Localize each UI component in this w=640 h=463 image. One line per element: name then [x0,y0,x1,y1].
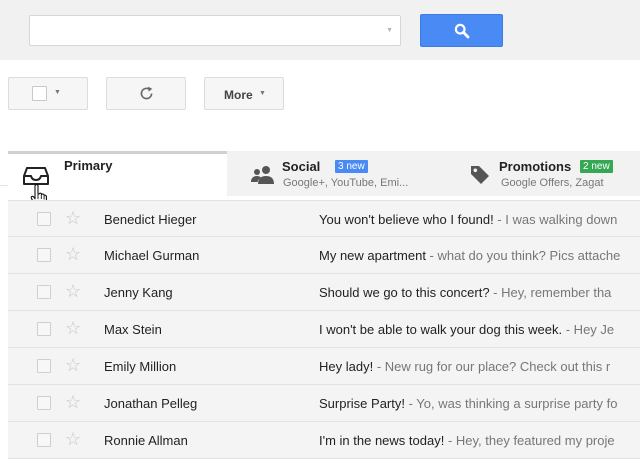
search-button[interactable] [420,14,503,47]
message-subject: I'm in the news today! [319,433,445,448]
message-sender: Benedict Hieger [104,212,197,227]
people-icon [250,165,276,190]
message-subject: Should we go to this concert? [319,285,490,300]
tab-primary-title: Primary [64,158,113,173]
more-button-label: More [224,88,253,102]
star-icon[interactable]: ☆ [65,317,81,339]
message-snippet: - I was walking down [493,212,618,227]
message-content: Should we go to this concert? - Hey, rem… [319,285,640,300]
message-row[interactable]: ☆ Jonathan Pelleg Surprise Party! - Yo, … [8,385,640,422]
message-snippet: - Hey, remember tha [489,285,612,300]
tab-social-new-badge: 3 new [335,160,368,173]
tab-promotions-title: Promotions [499,159,572,174]
star-icon[interactable]: ☆ [65,280,81,302]
star-icon[interactable]: ☆ [65,354,81,376]
message-sender: Michael Gurman [104,248,200,263]
message-checkbox[interactable] [37,433,51,447]
message-row[interactable]: ☆ Benedict Hieger You won't believe who … [8,200,640,237]
message-row[interactable]: ☆ Max Stein I won't be able to walk your… [8,311,640,348]
star-icon[interactable]: ☆ [65,243,81,265]
message-checkbox[interactable] [37,212,51,226]
tag-icon [469,164,491,191]
message-snippet: - what do you think? Pics attache [425,248,621,263]
tab-social-subtitle: Google+, YouTube, Emi... [283,177,409,189]
message-checkbox[interactable] [37,285,51,299]
message-sender: Emily Million [104,359,177,374]
top-bar: ▼ [0,0,640,60]
select-dropdown-caret-icon[interactable]: ▼ [54,89,61,96]
message-subject: Surprise Party! [319,396,405,411]
message-row[interactable]: ☆ Michael Gurman My new apartment - what… [8,237,640,274]
message-sender: Jenny Kang [104,285,173,300]
search-options-caret-icon[interactable]: ▼ [386,27,393,34]
message-content: I'm in the news today! - Hey, they featu… [319,433,640,448]
message-subject: Hey lady! [319,359,374,374]
message-sender: Jonathan Pelleg [104,396,198,411]
message-checkbox[interactable] [37,359,51,373]
search-icon [454,23,470,39]
message-row[interactable]: ☆ Emily Million Hey lady! - New rug for … [8,348,640,385]
star-icon[interactable]: ☆ [65,391,81,413]
more-caret-icon: ▼ [259,90,266,97]
select-all-checkbox[interactable] [32,86,47,101]
tab-promotions-subtitle: Google Offers, Zagat [501,177,604,189]
tab-social-title: Social [282,159,321,174]
message-subject: You won't believe who I found! [319,212,494,227]
message-snippet: - Yo, was thinking a surprise party fo [404,396,618,411]
message-content: Surprise Party! - Yo, was thinking a sur… [319,396,640,411]
message-sender: Ronnie Allman [104,433,188,448]
refresh-button[interactable] [106,77,186,110]
message-content: Hey lady! - New rug for our place? Check… [319,359,640,374]
message-checkbox[interactable] [37,248,51,262]
message-subject: I won't be able to walk your dog this we… [319,322,563,337]
message-checkbox[interactable] [37,322,51,336]
select-all-button[interactable]: ▼ [8,77,88,110]
message-list: ☆ Benedict Hieger You won't believe who … [8,200,640,459]
star-icon[interactable]: ☆ [65,428,81,450]
message-subject: My new apartment [319,248,426,263]
tab-promotions-new-badge: 2 new [580,160,613,173]
message-sender: Max Stein [104,322,162,337]
star-icon[interactable]: ☆ [65,207,81,229]
refresh-icon [140,86,153,100]
search-box: ▼ [29,15,401,46]
tab-social[interactable]: Social 3 new Google+, YouTube, Emi... [227,151,445,196]
category-tabs: Primary Social 3 new Google+, YouTube, E… [8,151,640,196]
message-snippet: - New rug for our place? Check out this … [373,359,611,374]
message-snippet: - Hey Je [562,322,615,337]
message-snippet: - Hey, they featured my proje [444,433,615,448]
message-content: I won't be able to walk your dog this we… [319,322,640,337]
message-row[interactable]: ☆ Jenny Kang Should we go to this concer… [8,274,640,311]
tab-promotions[interactable]: Promotions 2 new Google Offers, Zagat [445,151,640,196]
message-content: You won't believe who I found! - I was w… [319,212,640,227]
more-button[interactable]: More ▼ [204,77,284,110]
search-input[interactable] [30,16,400,45]
message-checkbox[interactable] [37,396,51,410]
message-content: My new apartment - what do you think? Pi… [319,248,640,263]
message-row[interactable]: ☆ Ronnie Allman I'm in the news today! -… [8,422,640,459]
toolbar: ▼ More ▼ [0,60,640,186]
